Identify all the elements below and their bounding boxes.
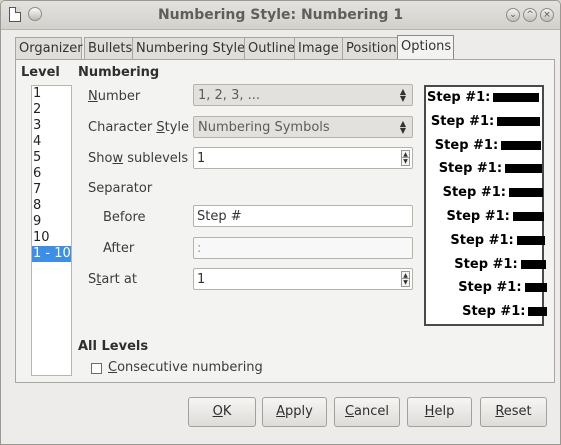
spin-up-icon[interactable]: ▲ — [402, 272, 409, 279]
before-value: Step # — [197, 209, 242, 224]
preview-line: Step #1: — [434, 137, 542, 156]
level-item[interactable]: 2 — [32, 102, 71, 118]
preview-line: Step #1: — [427, 90, 540, 108]
updown-arrows-icon: ▲ ▼ — [399, 119, 406, 135]
preview-line-bar — [516, 235, 545, 245]
preview-line: Step #1: — [458, 280, 547, 298]
preview-line: Step #1: — [443, 185, 543, 203]
preview-line-bar — [524, 283, 547, 293]
number-label: Number — [88, 89, 141, 104]
level-item[interactable]: 3 — [32, 118, 71, 134]
spin-up-icon[interactable]: ▲ — [402, 151, 409, 158]
tab-image[interactable]: Image — [294, 37, 349, 59]
tab-options[interactable]: Options — [397, 35, 454, 60]
number-format-value: 1, 2, 3, ... — [198, 88, 261, 103]
level-item[interactable]: 7 — [32, 182, 71, 198]
preview-line-text: Step #1: — [427, 90, 491, 105]
character-style-value: Numbering Symbols — [198, 120, 330, 135]
spin-down-icon[interactable]: ▼ — [402, 158, 409, 165]
spin-down-icon[interactable]: ▼ — [402, 279, 409, 286]
level-item[interactable]: 6 — [32, 166, 71, 182]
preview-line-text: Step #1: — [430, 113, 495, 129]
reset-button[interactable]: Reset — [480, 397, 547, 427]
preview-line: Step #1: — [462, 304, 548, 322]
level-item[interactable]: 8 — [32, 198, 71, 214]
before-input[interactable]: Step # — [193, 205, 413, 227]
preview-line-bar — [528, 307, 548, 317]
apply-button[interactable]: Apply — [262, 397, 327, 427]
numbering-preview: Step #1: Step #1: Step #1: Step #1: Step #1:… — [424, 85, 548, 326]
preview-line-bar — [505, 164, 543, 174]
preview-line-text: Step #1: — [446, 209, 510, 224]
after-value: : — [197, 241, 202, 256]
ok-button[interactable]: OK — [188, 397, 256, 427]
level-item[interactable]: 5 — [32, 150, 71, 166]
preview-line-bar — [520, 259, 546, 269]
start-at-value: 1 — [197, 272, 206, 287]
minimize-icon[interactable]: ⌄ — [506, 8, 520, 22]
level-heading: Level — [21, 65, 60, 80]
help-button[interactable]: Help — [407, 397, 472, 427]
after-input[interactable]: : — [193, 237, 413, 259]
level-item[interactable]: 9 — [32, 214, 71, 230]
window-title: Numbering Style: Numbering 1 — [157, 7, 404, 23]
before-label: Before — [103, 210, 146, 225]
tab-strip: Organizer Bullets Numbering Style Outlin… — [15, 35, 555, 60]
title-bar[interactable]: Numbering Style: Numbering 1 ⌄ ^ × — [1, 1, 560, 30]
numbering-style-dialog: Numbering Style: Numbering 1 ⌄ ^ × Organ… — [0, 0, 561, 445]
preview-line-bar — [497, 116, 541, 126]
numbering-heading: Numbering — [78, 65, 160, 80]
preview-line: Step #1: — [454, 256, 546, 275]
show-sublevels-label: Show sublevels — [88, 151, 189, 166]
cancel-button[interactable]: Cancel — [334, 397, 400, 427]
level-list[interactable]: 1 2 3 4 5 6 7 8 9 10 1 - 10 — [31, 85, 72, 376]
preview-line-bar — [508, 188, 543, 198]
consecutive-numbering-checkbox[interactable] — [91, 363, 102, 374]
preview-line-text: Step #1: — [462, 304, 526, 320]
show-sublevels-value: 1 — [197, 151, 206, 166]
preview-line: Step #1: — [447, 209, 544, 227]
start-at-spinbox[interactable]: 1 ▲ ▼ — [193, 268, 413, 290]
preview-line-bar — [512, 212, 544, 221]
maximize-icon[interactable]: ^ — [523, 8, 537, 22]
tab-numbering-style[interactable]: Numbering Style — [132, 37, 254, 59]
preview-line-text: Step #1: — [434, 137, 499, 153]
separator-label: Separator — [88, 181, 153, 196]
preview-line: Step #1: — [438, 161, 543, 179]
after-label: After — [103, 241, 135, 256]
preview-line-text: Step #1: — [450, 232, 514, 248]
spin-buttons[interactable]: ▲ ▼ — [401, 271, 410, 287]
preview-line-bar — [501, 140, 542, 150]
number-format-select[interactable]: 1, 2, 3, ... ▲ ▼ — [193, 84, 413, 106]
level-item[interactable]: 10 — [32, 230, 71, 246]
spin-buttons[interactable]: ▲ ▼ — [401, 150, 410, 166]
updown-arrows-icon: ▲ ▼ — [399, 87, 406, 103]
preview-line-bar — [493, 93, 540, 102]
show-sublevels-spinbox[interactable]: 1 ▲ ▼ — [193, 147, 413, 169]
character-style-label: Character Style — [88, 120, 189, 135]
preview-line: Step #1: — [430, 113, 541, 132]
level-item[interactable]: 4 — [32, 134, 71, 150]
preview-line-text: Step #1: — [438, 161, 503, 177]
preview-line-text: Step #1: — [442, 185, 506, 201]
tab-organizer[interactable]: Organizer — [15, 37, 83, 59]
preview-line-text: Step #1: — [454, 256, 518, 272]
preview-line: Step #1: — [450, 232, 545, 251]
start-at-label: Start at — [88, 272, 137, 287]
all-levels-heading: All Levels — [78, 339, 149, 354]
consecutive-numbering-label[interactable]: Consecutive numbering — [108, 360, 263, 375]
level-item-selected[interactable]: 1 - 10 — [32, 246, 71, 262]
preview-line-text: Step #1: — [458, 280, 522, 296]
close-icon[interactable]: × — [540, 8, 554, 22]
level-item[interactable]: 1 — [32, 86, 71, 102]
character-style-select[interactable]: Numbering Symbols ▲ ▼ — [193, 116, 413, 138]
